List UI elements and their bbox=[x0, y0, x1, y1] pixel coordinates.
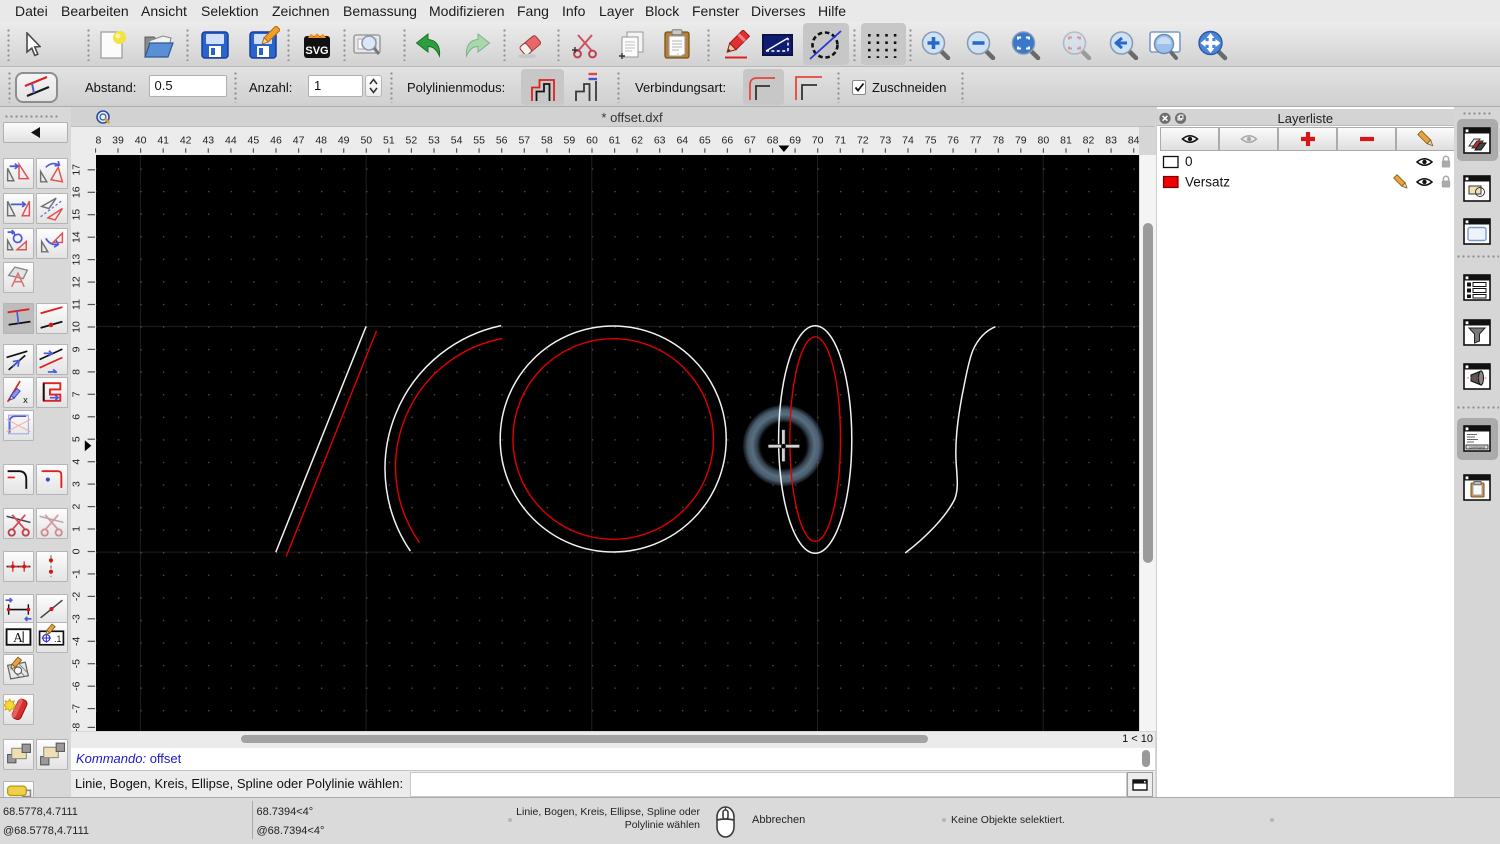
svg-text:3: 3 bbox=[71, 481, 83, 487]
svg-text:.1: .1 bbox=[54, 634, 61, 644]
svg-text:60: 60 bbox=[586, 134, 598, 146]
svg-text:48: 48 bbox=[315, 134, 327, 146]
svg-text:16: 16 bbox=[71, 186, 83, 198]
svg-text:-2: -2 bbox=[71, 591, 83, 600]
svg-text:72: 72 bbox=[856, 134, 868, 146]
svg-text:Versatz: Versatz bbox=[1185, 175, 1230, 190]
svg-text:-1: -1 bbox=[71, 569, 83, 578]
svg-text:66: 66 bbox=[721, 134, 733, 146]
svg-text:6: 6 bbox=[71, 414, 83, 420]
svg-text:64: 64 bbox=[676, 134, 688, 146]
svg-text:8: 8 bbox=[71, 369, 83, 375]
svg-text:1: 1 bbox=[71, 526, 83, 532]
svg-text:70: 70 bbox=[811, 134, 823, 146]
svg-text:-4: -4 bbox=[71, 636, 83, 645]
svg-text:55: 55 bbox=[473, 134, 485, 146]
svg-text:75: 75 bbox=[924, 134, 936, 146]
svg-text:41: 41 bbox=[157, 134, 169, 146]
svg-text:50: 50 bbox=[360, 134, 372, 146]
svg-text:79: 79 bbox=[1014, 134, 1026, 146]
svg-text:74: 74 bbox=[902, 134, 914, 146]
svg-text:7: 7 bbox=[71, 391, 83, 397]
svg-text:43: 43 bbox=[202, 134, 214, 146]
svg-text:56: 56 bbox=[495, 134, 507, 146]
svg-text:80: 80 bbox=[1037, 134, 1049, 146]
svg-text:65: 65 bbox=[699, 134, 711, 146]
svg-text:2: 2 bbox=[71, 503, 83, 509]
svg-text:14: 14 bbox=[71, 231, 83, 243]
svg-text:x: x bbox=[23, 395, 28, 405]
svg-text:39: 39 bbox=[112, 134, 124, 146]
svg-text:-5: -5 bbox=[71, 659, 83, 668]
svg-text:84: 84 bbox=[1127, 134, 1139, 146]
svg-text:0: 0 bbox=[71, 548, 83, 554]
svg-text:-3: -3 bbox=[71, 614, 83, 623]
svg-text:61: 61 bbox=[608, 134, 620, 146]
svg-text:51: 51 bbox=[383, 134, 395, 146]
svg-text:46: 46 bbox=[270, 134, 282, 146]
svg-text:12: 12 bbox=[71, 276, 83, 288]
svg-text:17: 17 bbox=[71, 164, 83, 176]
svg-text:4: 4 bbox=[71, 458, 83, 464]
svg-text:54: 54 bbox=[450, 134, 462, 146]
svg-text:-7: -7 bbox=[71, 704, 83, 713]
svg-text:-6: -6 bbox=[71, 681, 83, 690]
svg-text:71: 71 bbox=[834, 134, 846, 146]
svg-text:10: 10 bbox=[71, 321, 83, 333]
svg-text:38: 38 bbox=[95, 134, 101, 146]
svg-text:73: 73 bbox=[879, 134, 891, 146]
svg-text:77: 77 bbox=[969, 134, 981, 146]
svg-text:49: 49 bbox=[337, 134, 349, 146]
svg-text:58: 58 bbox=[541, 134, 553, 146]
svg-text:42: 42 bbox=[179, 134, 191, 146]
svg-text:9: 9 bbox=[71, 346, 83, 352]
svg-text:0: 0 bbox=[1185, 154, 1193, 169]
svg-text:67: 67 bbox=[744, 134, 756, 146]
svg-text:57: 57 bbox=[518, 134, 530, 146]
svg-text:5: 5 bbox=[71, 436, 83, 442]
svg-text:59: 59 bbox=[563, 134, 575, 146]
svg-text:52: 52 bbox=[405, 134, 417, 146]
svg-text:SVG: SVG bbox=[305, 45, 328, 57]
svg-text:40: 40 bbox=[134, 134, 146, 146]
svg-text:76: 76 bbox=[947, 134, 959, 146]
svg-text:A: A bbox=[13, 630, 23, 645]
svg-text:-8: -8 bbox=[71, 722, 83, 731]
svg-text:81: 81 bbox=[1060, 134, 1072, 146]
svg-text:15: 15 bbox=[71, 209, 83, 221]
svg-text:44: 44 bbox=[225, 134, 237, 146]
svg-text:53: 53 bbox=[428, 134, 440, 146]
svg-text:63: 63 bbox=[653, 134, 665, 146]
svg-text:78: 78 bbox=[992, 134, 1004, 146]
svg-text:11: 11 bbox=[71, 299, 83, 310]
svg-text:47: 47 bbox=[292, 134, 304, 146]
svg-text:82: 82 bbox=[1082, 134, 1094, 146]
svg-text:68: 68 bbox=[766, 134, 778, 146]
svg-text:83: 83 bbox=[1105, 134, 1117, 146]
svg-text:13: 13 bbox=[71, 253, 83, 265]
svg-text:command: command bbox=[1470, 445, 1486, 449]
svg-text:62: 62 bbox=[631, 134, 643, 146]
svg-text:69: 69 bbox=[789, 134, 801, 146]
svg-text:45: 45 bbox=[247, 134, 259, 146]
